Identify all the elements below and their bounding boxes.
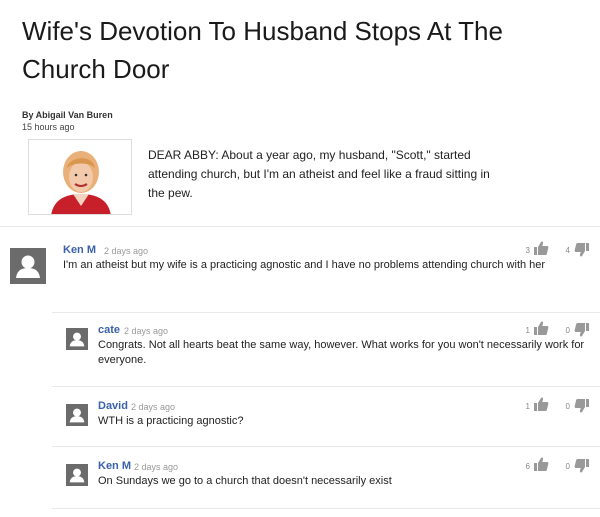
thumbs-up-icon: [534, 321, 549, 335]
comment-author[interactable]: cate: [98, 324, 120, 336]
thumbs-down-icon: [574, 243, 589, 257]
avatar[interactable]: [66, 328, 88, 350]
user-silhouette-icon: [10, 248, 46, 284]
divider: [52, 508, 600, 509]
user-silhouette-icon: [66, 328, 88, 350]
thumbs-up-icon: [534, 241, 549, 255]
thumbs-down-count: 0: [565, 462, 570, 471]
divider: [52, 312, 600, 313]
thumbs-down-button[interactable]: [574, 322, 590, 338]
avatar[interactable]: [10, 248, 46, 284]
user-silhouette-icon: [66, 464, 88, 486]
comment-author[interactable]: David: [98, 400, 128, 412]
divider: [0, 226, 600, 227]
thumbs-down-count: 4: [565, 246, 570, 255]
comment-timestamp: 2 days ago: [131, 402, 176, 412]
comment-author[interactable]: Ken M: [63, 244, 96, 256]
thumbs-up-button[interactable]: [533, 320, 549, 336]
thumbs-up-count: 6: [525, 462, 530, 471]
divider: [52, 386, 600, 387]
thumbs-up-icon: [534, 457, 549, 471]
thumbs-up-button[interactable]: [533, 396, 549, 412]
user-silhouette-icon: [66, 404, 88, 426]
thumbs-down-icon: [574, 459, 589, 473]
thumbs-down-count: 0: [565, 402, 570, 411]
thumbs-down-icon: [574, 399, 589, 413]
thumbs-down-count: 0: [565, 326, 570, 335]
article-timestamp: 15 hours ago: [22, 122, 75, 132]
thumbs-down-button[interactable]: [574, 242, 590, 258]
avatar[interactable]: [66, 404, 88, 426]
comment-timestamp: 2 days ago: [104, 246, 149, 256]
comment-body: WTH is a practicing agnostic?: [98, 415, 244, 427]
thumbs-up-count: 1: [525, 402, 530, 411]
thumbs-down-icon: [574, 323, 589, 337]
comment-author[interactable]: Ken M: [98, 460, 131, 472]
comment-timestamp: 2 days ago: [124, 326, 169, 336]
article-excerpt: DEAR ABBY: About a year ago, my husband,…: [148, 148, 490, 200]
thumbs-up-button[interactable]: [533, 240, 549, 256]
comment-body: Congrats. Not all hearts beat the same w…: [98, 339, 585, 366]
thumbs-up-count: 3: [525, 246, 530, 255]
thumbs-down-button[interactable]: [574, 458, 590, 474]
thumbs-up-icon: [534, 397, 549, 411]
author-photo: [28, 139, 132, 215]
comment-body: On Sundays we go to a church that doesn'…: [98, 475, 392, 487]
thumbs-up-button[interactable]: [533, 456, 549, 472]
divider: [52, 446, 600, 447]
avatar[interactable]: [66, 464, 88, 486]
thumbs-down-button[interactable]: [574, 398, 590, 414]
comment-timestamp: 2 days ago: [134, 462, 179, 472]
thumbs-up-count: 1: [525, 326, 530, 335]
article-title: Wife's Devotion To Husband Stops At The …: [22, 16, 503, 84]
comment-body: I'm an atheist but my wife is a practici…: [63, 259, 546, 271]
byline[interactable]: By Abigail Van Buren: [22, 110, 113, 120]
